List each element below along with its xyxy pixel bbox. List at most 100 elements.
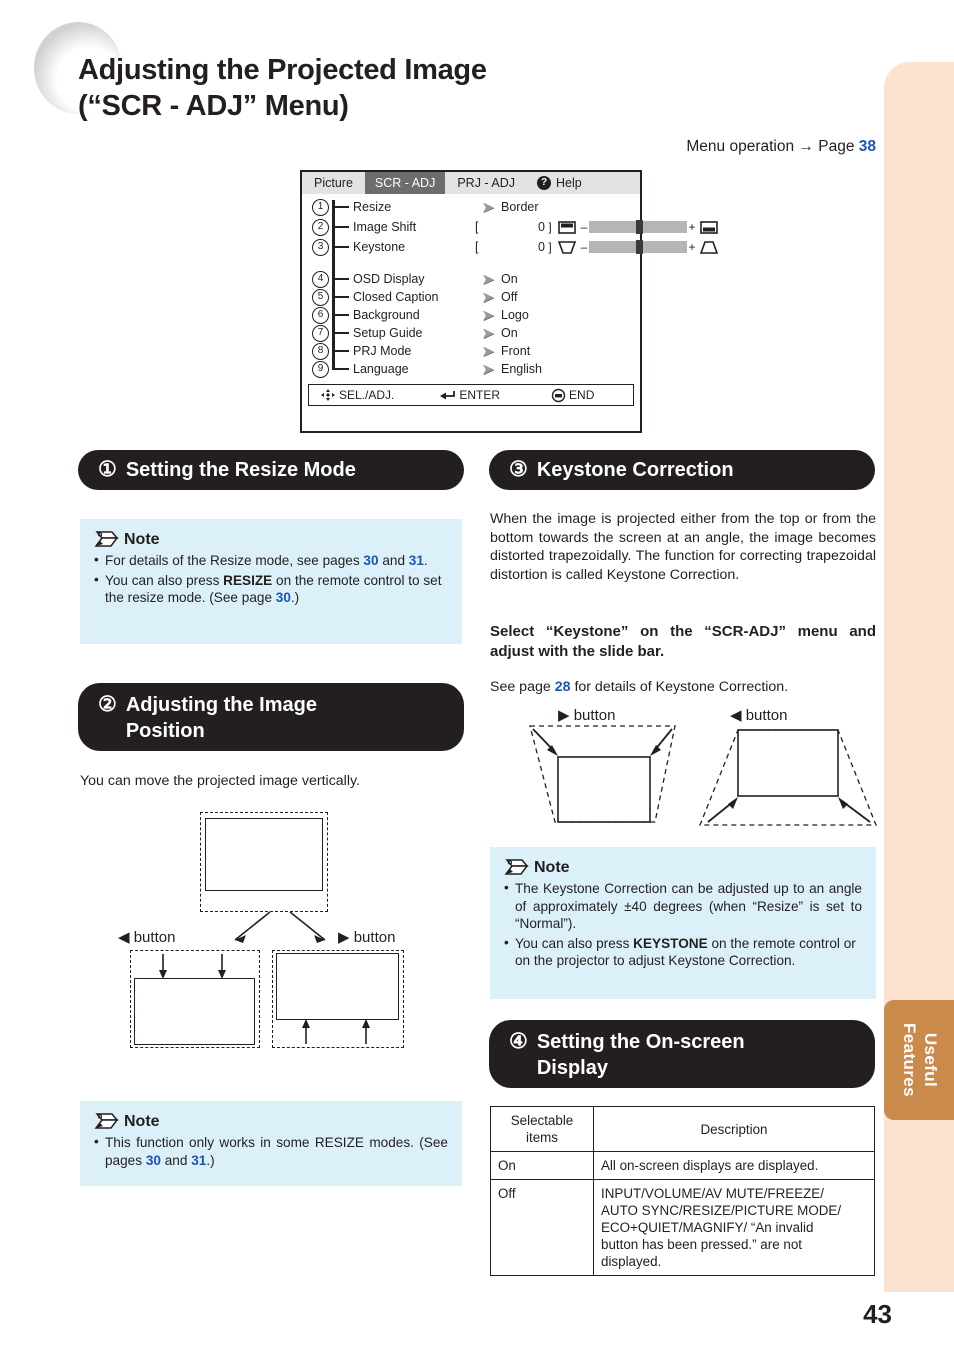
section-2-number: ②	[98, 693, 117, 716]
keystone-trapezoid-top	[529, 725, 676, 823]
osd-row-label: Resize	[353, 200, 392, 214]
section-3-note-list: The Keystone Correction can be adjusted …	[504, 879, 862, 970]
osd-row-setup-guide[interactable]: 7 Setup Guide ➤ On	[312, 324, 632, 342]
note-header: Note	[94, 1111, 448, 1131]
section-2-note: Note This function only works in some RE…	[80, 1097, 462, 1186]
osd-row-label: Background	[353, 308, 420, 322]
osd-footer-enter: ENTER	[440, 388, 500, 402]
header-line1: Selectable	[510, 1113, 574, 1128]
list-item: This function only works in some RESIZE …	[94, 1133, 448, 1169]
chevron-right-icon: ➤	[482, 360, 494, 377]
left-button-label-shift: ◀ button	[118, 928, 175, 946]
see-page-prefix: See page	[490, 679, 551, 695]
osd-tab-prj-adj[interactable]: PRJ - ADJ	[445, 172, 527, 194]
osd-row-value: On	[501, 272, 518, 286]
osd-row-keystone[interactable]: 3 Keystone [ 0 ] – +	[312, 238, 719, 256]
image-shift-down-icon	[558, 220, 576, 234]
callout-tick	[333, 226, 349, 228]
osd-footer-end-label: END	[569, 388, 595, 402]
note-header: Note	[504, 857, 862, 877]
callout-number-6: 6	[312, 306, 329, 324]
chevron-right-icon: ➤	[482, 288, 494, 305]
plus-sign: +	[688, 220, 696, 234]
left-arrow-icon: ◀	[118, 929, 130, 946]
osd-tab-picture[interactable]: Picture	[302, 172, 365, 194]
callout-number-7: 7	[312, 324, 329, 342]
projected-image-top	[205, 818, 323, 891]
menu-operation-reference: Menu operation → Page 38	[686, 138, 876, 156]
right-button-label-shift: ▶ button	[338, 928, 395, 946]
chevron-right-icon: ➤	[482, 198, 494, 215]
osd-row-label: OSD Display	[353, 272, 425, 286]
slider-thumb[interactable]	[636, 220, 643, 234]
pencil-icon	[504, 857, 530, 877]
callout-tick	[333, 350, 349, 352]
chevron-right-icon: ➤	[482, 270, 494, 287]
osd-footer-sel-adj: SEL./ADJ.	[321, 388, 394, 402]
table-header-selectable-items: Selectable items	[490, 1106, 594, 1152]
page-title-line2: (“SCR - ADJ” Menu)	[78, 90, 349, 122]
section-1-note-list: For details of the Resize mode, see page…	[94, 551, 448, 607]
osd-row-prj-mode[interactable]: 8 PRJ Mode ➤ Front	[312, 342, 632, 360]
note-label: Note	[124, 1113, 160, 1130]
callout-tick	[333, 332, 349, 334]
minus-sign: –	[580, 240, 588, 254]
osd-row-osd-display[interactable]: 4 OSD Display ➤ On	[312, 270, 632, 288]
osd-row-label: Setup Guide	[353, 326, 423, 340]
osd-value-bracket-close: ]	[548, 240, 552, 254]
list-item: The Keystone Correction can be adjusted …	[504, 879, 862, 933]
see-page-number: 28	[554, 679, 571, 695]
pencil-icon	[94, 1111, 120, 1131]
callout-tick	[333, 296, 349, 298]
callout-number-9: 9	[312, 360, 329, 378]
section-2-heading-line2: Position	[125, 720, 205, 742]
callout-number-8: 8	[312, 342, 329, 360]
osd-row-image-shift[interactable]: 2 Image Shift [ 0 ] – +	[312, 218, 718, 236]
osd-row-closed-caption[interactable]: 5 Closed Caption ➤ Off	[312, 288, 632, 306]
osd-row-resize[interactable]: 1 Resize ➤ Border	[312, 198, 632, 216]
osd-value-bracket-open: [	[475, 220, 479, 234]
menu-operation-page-number: 38	[858, 138, 876, 155]
callout-number-2: 2	[312, 218, 329, 236]
osd-row-label: Image Shift	[353, 220, 417, 234]
osd-row-value: Border	[501, 200, 539, 214]
section-2-heading: ② Adjusting the Image Position	[78, 683, 464, 751]
osd-tab-help-label: Help	[556, 176, 582, 190]
osd-row-value: English	[501, 362, 542, 376]
enter-key-icon	[440, 390, 456, 401]
osd-tab-scr-adj[interactable]: SCR - ADJ	[364, 172, 446, 194]
note-label: Note	[534, 859, 570, 876]
osd-footer-end: END	[551, 388, 595, 402]
minus-sign: –	[580, 220, 588, 234]
arrow-right-icon: →	[798, 138, 814, 155]
section-3-bold-lead: Select “Keystone” on the “SCR-ADJ” menu …	[490, 623, 876, 660]
image-shift-slider[interactable]	[589, 220, 687, 234]
callout-tick	[333, 314, 349, 316]
chevron-right-icon: ➤	[482, 342, 494, 359]
right-arrow-icon: ▶	[338, 929, 350, 946]
section-3-heading-text: Keystone Correction	[536, 459, 734, 481]
menu-operation-label: Menu operation	[686, 138, 795, 155]
osd-row-value: On	[501, 326, 518, 340]
slider-thumb[interactable]	[636, 240, 643, 254]
osd-menu-body: 1 Resize ➤ Border 2 Image Shift [ 0 ] – …	[302, 194, 719, 411]
osd-row-value: Logo	[501, 308, 529, 322]
osd-footer-bar: SEL./ADJ. ENTER END	[308, 384, 634, 406]
callout-tick	[333, 368, 349, 370]
osd-row-background[interactable]: 6 Background ➤ Logo	[312, 306, 632, 324]
osd-menu-screenshot: Picture SCR - ADJ PRJ - ADJ ? Help 1 Res…	[300, 170, 719, 433]
section-4-heading-line2: Display	[536, 1057, 608, 1079]
osd-row-label: Keystone	[353, 240, 406, 254]
osd-row-value: Front	[501, 344, 531, 358]
osd-tab-help[interactable]: ? Help	[527, 176, 582, 190]
keystone-slider[interactable]	[589, 240, 687, 254]
table-row: Off INPUT/VOLUME/AV MUTE/FREEZE/AUTO SYN…	[490, 1179, 875, 1276]
menu-button-icon	[551, 388, 566, 402]
osd-row-value: Off	[501, 290, 518, 304]
note-label: Note	[124, 531, 160, 548]
pencil-icon	[94, 529, 120, 549]
callout-tick	[333, 246, 349, 248]
osd-row-language[interactable]: 9 Language ➤ English	[312, 360, 632, 378]
table-cell-description-on: All on-screen displays are displayed.	[593, 1151, 875, 1180]
up-shift-arrows	[302, 1019, 370, 1044]
